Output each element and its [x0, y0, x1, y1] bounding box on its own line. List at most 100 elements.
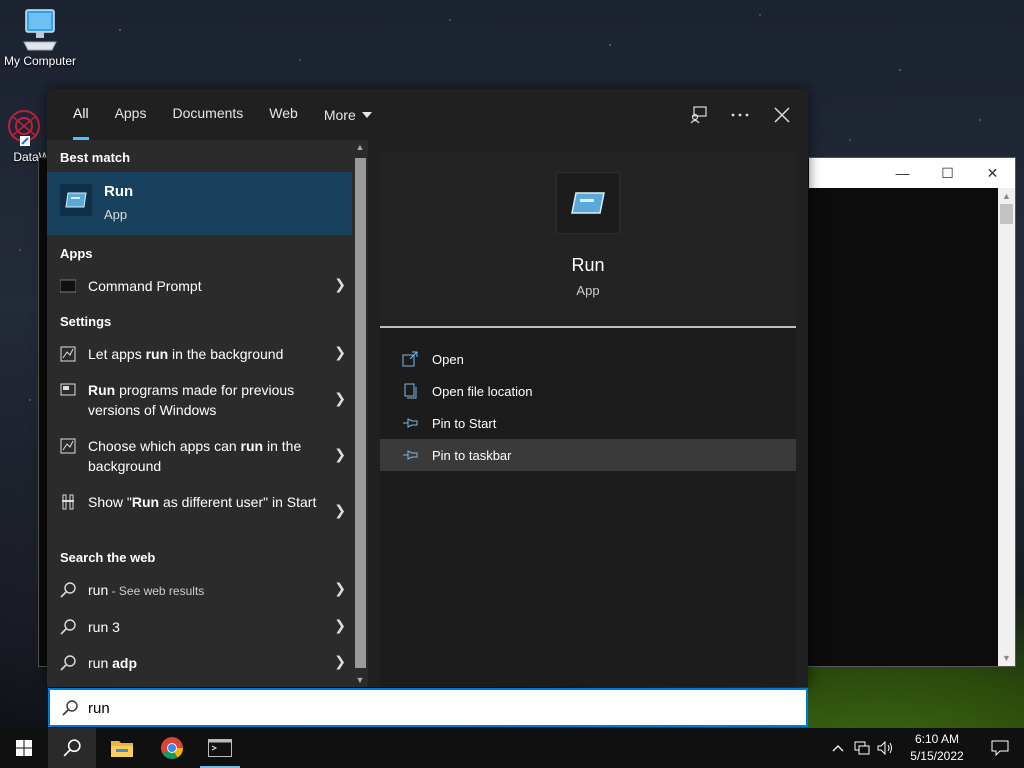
taskbar: 6:10 AM 5/15/2022 — [0, 728, 1024, 768]
result-web-run[interactable]: run - See web results ❯ — [47, 580, 352, 604]
chevron-right-icon[interactable]: ❯ — [334, 390, 346, 407]
close-icon — [774, 106, 790, 123]
results-scrollbar[interactable]: ▲ ▼ — [352, 140, 368, 687]
feedback-icon — [690, 105, 707, 123]
result-setting-choose-apps[interactable]: Choose which apps can run in the backgro… — [47, 436, 352, 480]
action-open-file-location[interactable]: Open file location — [380, 375, 796, 407]
section-best-match: Best match — [60, 150, 131, 165]
minimize-icon[interactable]: — — [880, 165, 925, 181]
ellipsis-icon — [731, 113, 749, 116]
feedback-button[interactable] — [686, 103, 710, 127]
pin-icon — [403, 418, 418, 428]
result-setting-run-background[interactable]: Let apps run in the background ❯ — [47, 344, 352, 368]
desktop-icon-dataw[interactable]: DataW — [0, 108, 50, 164]
chevron-right-icon[interactable]: ❯ — [334, 344, 346, 361]
settings-chart-icon — [60, 438, 76, 454]
result-label: run adp — [88, 655, 138, 671]
search-box[interactable] — [48, 688, 808, 727]
result-label: Show "Run as different user" in Start — [88, 494, 317, 510]
settings-chart-icon — [60, 346, 76, 362]
search-icon — [60, 619, 76, 635]
scroll-thumb[interactable] — [1000, 204, 1013, 224]
tab-documents[interactable]: Documents — [159, 89, 256, 140]
tab-web[interactable]: Web — [256, 89, 311, 140]
chevron-right-icon[interactable]: ❯ — [334, 276, 346, 293]
scroll-down-icon[interactable]: ▼ — [998, 650, 1015, 666]
windows-logo-icon — [16, 740, 32, 756]
search-input[interactable] — [88, 697, 768, 719]
folder-icon — [111, 741, 133, 757]
chevron-right-icon[interactable]: ❯ — [334, 580, 346, 597]
tab-all[interactable]: All — [60, 89, 102, 140]
taskbar-command-prompt[interactable] — [196, 728, 244, 768]
action-center-button[interactable] — [976, 728, 1024, 768]
start-button[interactable] — [0, 728, 48, 768]
search-icon — [63, 739, 81, 757]
result-web-run-3[interactable]: run 3 ❯ — [47, 617, 352, 641]
search-icon — [60, 655, 76, 671]
tab-apps[interactable]: Apps — [102, 89, 160, 140]
action-label: Open file location — [432, 383, 533, 399]
more-options-button[interactable] — [728, 103, 752, 127]
clock-time: 6:10 AM — [914, 732, 960, 746]
close-search-button[interactable] — [770, 103, 794, 127]
action-label: Open — [432, 351, 464, 367]
action-label: Pin to taskbar — [432, 447, 512, 463]
best-match-run[interactable]: Run App — [47, 172, 352, 235]
scroll-thumb[interactable] — [355, 158, 366, 668]
taskbar-search-button[interactable] — [48, 728, 96, 768]
action-pin-to-start[interactable]: Pin to Start — [380, 407, 796, 439]
result-label: Command Prompt — [88, 278, 202, 294]
window-titlebar[interactable]: — ☐ ✕ — [809, 158, 1015, 188]
chevron-right-icon[interactable]: ❯ — [334, 446, 346, 463]
chevron-right-icon[interactable]: ❯ — [334, 617, 346, 634]
clock[interactable]: 6:10 AM 5/15/2022 — [898, 731, 976, 765]
scroll-down-icon[interactable]: ▼ — [352, 675, 368, 685]
compatibility-icon — [60, 383, 76, 396]
chevron-right-icon[interactable]: ❯ — [334, 653, 346, 670]
detail-app-type: App — [576, 283, 600, 298]
best-match-type: App — [104, 207, 128, 222]
scroll-up-icon[interactable]: ▲ — [352, 142, 368, 152]
network-button[interactable] — [850, 728, 874, 768]
result-label: Let apps run in the background — [88, 346, 284, 362]
result-setting-run-as-different-user[interactable]: Show "Run as different user" in Start ❯ — [47, 492, 352, 536]
result-command-prompt[interactable]: Command Prompt ❯ — [47, 276, 352, 300]
chevron-right-icon[interactable]: ❯ — [334, 502, 346, 519]
best-match-name: Run — [104, 183, 134, 200]
search-icon — [62, 700, 78, 716]
file-location-icon — [404, 383, 417, 399]
result-setting-run-programs[interactable]: Run programs made for previous versions … — [47, 380, 352, 424]
action-pin-to-taskbar[interactable]: Pin to taskbar — [380, 439, 796, 471]
close-icon[interactable]: ✕ — [970, 165, 1015, 182]
show-hidden-icons-button[interactable] — [826, 728, 850, 768]
section-apps: Apps — [60, 246, 93, 261]
taskbar-file-explorer[interactable] — [98, 728, 146, 768]
action-open[interactable]: Open — [380, 343, 796, 375]
computer-icon — [23, 9, 57, 51]
desktop-icon-label: My Computer — [3, 54, 77, 68]
volume-button[interactable] — [874, 728, 898, 768]
maximize-icon[interactable]: ☐ — [925, 165, 970, 182]
tab-more[interactable]: More — [311, 89, 385, 140]
tab-more-label: More — [323, 106, 356, 123]
desktop-icon-my-computer[interactable]: My Computer — [0, 8, 80, 68]
search-tabs-bar: All Apps Documents Web More — [47, 89, 808, 140]
tools-icon — [62, 494, 74, 510]
scroll-up-icon[interactable]: ▲ — [998, 188, 1015, 204]
section-search-web: Search the web — [60, 550, 156, 565]
action-label: Pin to Start — [432, 415, 497, 431]
search-results-list: Best match Run App Apps Command Prompt ❯… — [47, 140, 352, 687]
search-icon — [60, 582, 76, 598]
clock-date: 5/15/2022 — [910, 749, 964, 763]
app-shortcut-icon — [8, 110, 40, 146]
run-app-icon — [60, 184, 92, 216]
taskbar-chrome[interactable] — [148, 728, 196, 768]
system-tray: 6:10 AM 5/15/2022 — [826, 728, 1024, 768]
window-scrollbar[interactable]: ▲ ▼ — [998, 188, 1015, 666]
result-web-run-adp[interactable]: run adp ❯ — [47, 653, 352, 677]
pin-icon — [403, 450, 418, 460]
network-icon — [854, 741, 870, 755]
open-icon — [402, 351, 418, 367]
notification-icon — [991, 740, 1009, 756]
